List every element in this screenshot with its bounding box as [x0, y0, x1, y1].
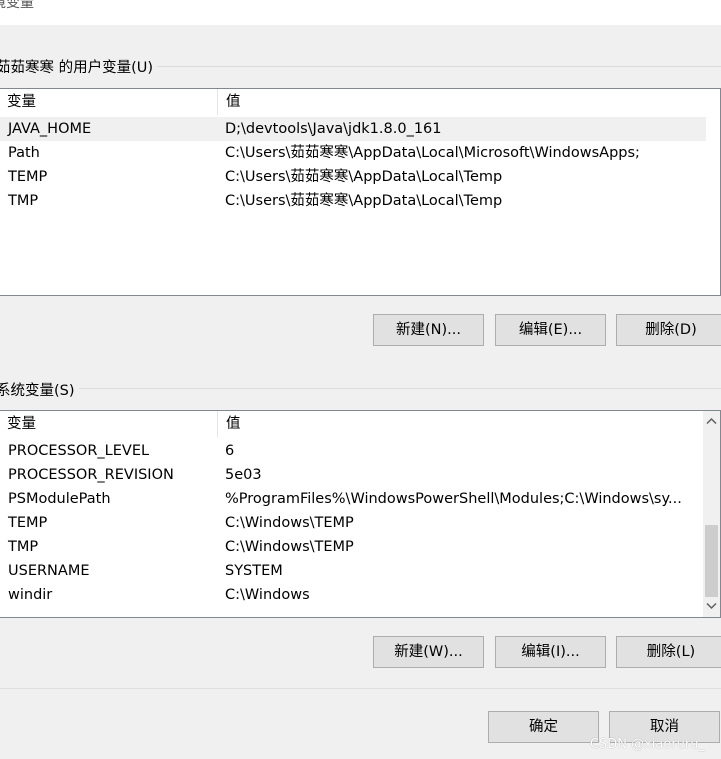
user-new-button[interactable]: 新建(N)...	[373, 314, 484, 346]
var-value: SYSTEM	[225, 563, 283, 579]
column-header-name[interactable]: 变量	[0, 89, 36, 115]
var-name: TMP	[8, 193, 39, 209]
ok-button[interactable]: 确定	[488, 711, 599, 743]
system-edit-button[interactable]: 编辑(I)...	[495, 636, 606, 668]
system-new-button[interactable]: 新建(W)...	[373, 636, 484, 668]
var-value: C:\Windows\TEMP	[225, 539, 354, 555]
system-vars-group-label: 系统变量(S)	[0, 379, 79, 400]
user-var-row-java-home[interactable]: JAVA_HOME D;\devtools\Java\jdk1.8.0_161	[0, 117, 706, 141]
user-edit-button[interactable]: 编辑(E)...	[495, 314, 606, 346]
var-value: C:\Users\茹茹寒寒\AppData\Local\Temp	[225, 169, 503, 185]
user-var-row-temp[interactable]: TEMP C:\Users\茹茹寒寒\AppData\Local\Temp	[0, 165, 720, 189]
var-name: windir	[8, 587, 53, 603]
var-value: 6	[225, 443, 235, 459]
var-name: PROCESSOR_LEVEL	[8, 443, 150, 459]
user-vars-list-header: 变量 值	[0, 89, 720, 115]
user-var-row-tmp[interactable]: TMP C:\Users\茹茹寒寒\AppData\Local\Temp	[0, 189, 720, 213]
var-name: PROCESSOR_REVISION	[8, 467, 174, 483]
user-delete-button[interactable]: 删除(D)	[616, 314, 721, 346]
column-header-name[interactable]: 变量	[0, 411, 36, 437]
system-var-row-processor-level[interactable]: PROCESSOR_LEVEL 6	[0, 439, 720, 463]
user-vars-list[interactable]: 变量 值 JAVA_HOME D;\devtools\Java\jdk1.8.0…	[0, 88, 721, 296]
var-value: C:\Users\茹茹寒寒\AppData\Local\Microsoft\Wi…	[225, 145, 640, 161]
window-title: 境变量	[0, 0, 34, 11]
system-vars-scrollbar[interactable]	[703, 411, 720, 617]
system-var-row-tmp[interactable]: TMP C:\Windows\TEMP	[0, 535, 720, 559]
system-var-row-windir[interactable]: windir C:\Windows	[0, 583, 720, 607]
chevron-down-icon[interactable]	[703, 598, 720, 615]
system-var-row-temp[interactable]: TEMP C:\Windows\TEMP	[0, 511, 720, 535]
csdn-watermark: CSDN @xiaoruru_	[589, 737, 705, 752]
system-delete-button[interactable]: 删除(L)	[616, 636, 721, 668]
system-var-row-username[interactable]: USERNAME SYSTEM	[0, 559, 720, 583]
var-value: C:\Windows	[225, 587, 310, 603]
system-var-row-processor-revision[interactable]: PROCESSOR_REVISION 5e03	[0, 463, 720, 487]
var-value: %ProgramFiles%\WindowsPowerShell\Modules…	[225, 491, 682, 507]
var-name: TMP	[8, 539, 39, 555]
var-value: D;\devtools\Java\jdk1.8.0_161	[225, 121, 442, 137]
var-name: USERNAME	[8, 563, 90, 579]
user-vars-group-label: 茹茹寒寒 的用户变量(U)	[0, 56, 158, 77]
system-vars-list[interactable]: 变量 值 PROCESSOR_LEVEL 6 PROCESSOR_REVISIO…	[0, 410, 721, 618]
footer-divider	[0, 688, 721, 689]
var-name: PSModulePath	[8, 491, 111, 507]
user-var-row-path[interactable]: Path C:\Users\茹茹寒寒\AppData\Local\Microso…	[0, 141, 720, 165]
var-value: C:\Users\茹茹寒寒\AppData\Local\Temp	[225, 193, 503, 209]
var-value: 5e03	[225, 467, 262, 483]
column-header-value[interactable]: 值	[218, 89, 241, 115]
system-vars-group-border	[0, 388, 721, 389]
system-var-row-psmodulepath[interactable]: PSModulePath %ProgramFiles%\WindowsPower…	[0, 487, 720, 511]
scroll-thumb[interactable]	[705, 525, 718, 597]
chevron-up-icon[interactable]	[703, 413, 720, 430]
var-name: TEMP	[8, 515, 48, 531]
window-titlebar: 境变量	[0, 0, 721, 25]
var-value: C:\Windows\TEMP	[225, 515, 354, 531]
column-header-value[interactable]: 值	[218, 411, 241, 437]
var-name: TEMP	[8, 169, 48, 185]
var-name: Path	[8, 145, 40, 161]
system-vars-list-header: 变量 值	[0, 411, 720, 437]
var-name: JAVA_HOME	[8, 121, 92, 137]
